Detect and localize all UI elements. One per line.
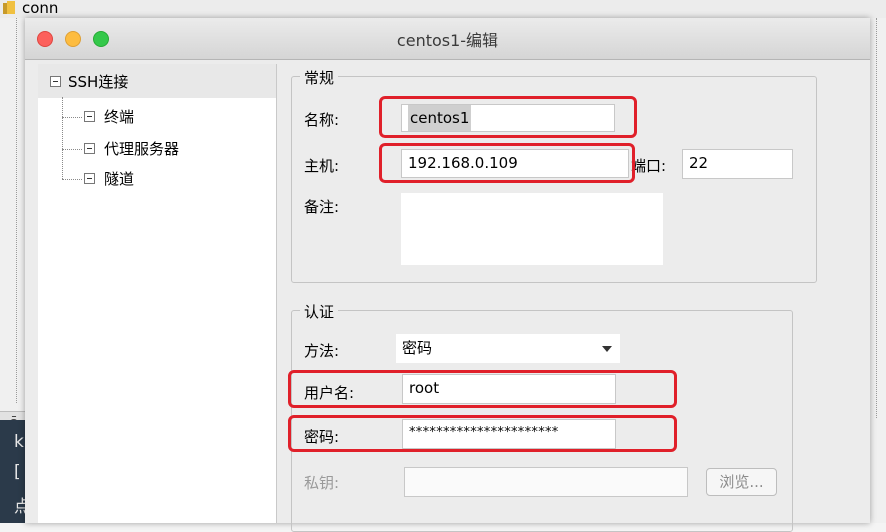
background-terminal: k [ 点 <box>0 420 31 523</box>
private-key-input[interactable] <box>404 467 688 497</box>
dialog-title: centos1-编辑 <box>396 31 499 50</box>
method-label: 方法: <box>304 342 340 360</box>
password-label: 密码: <box>304 428 340 446</box>
general-group-title: 常规 <box>300 67 339 88</box>
tree-item-label: 代理服务器 <box>104 140 180 158</box>
tree-item-proxy[interactable]: 代理服务器 <box>82 136 262 162</box>
auth-method-value: 密码 <box>402 339 433 357</box>
note-label: 备注: <box>304 198 340 216</box>
terminal-text: k <box>14 432 24 452</box>
background-app-right-edge <box>870 18 886 523</box>
dialog-titlebar[interactable]: centos1-编辑 <box>25 18 870 60</box>
name-label: 名称: <box>304 111 340 129</box>
tree-item-label: 隧道 <box>104 170 135 188</box>
note-textarea[interactable] <box>401 193 663 265</box>
background-app-titlebar: conn <box>0 0 886 19</box>
background-app-title: conn <box>22 0 59 17</box>
collapse-icon[interactable] <box>84 173 95 184</box>
port-input[interactable]: 22 <box>682 149 793 179</box>
tree-item-label: 终端 <box>104 108 135 126</box>
collapse-icon[interactable] <box>84 143 95 154</box>
username-input[interactable]: root <box>402 374 616 404</box>
tree-connector <box>62 179 82 180</box>
private-key-label: 私钥: <box>304 474 340 492</box>
port-label: 端口: <box>631 157 667 175</box>
tree-item-label: SSH连接 <box>68 73 129 91</box>
tree-item-ssh[interactable]: SSH连接 <box>38 64 276 98</box>
collapse-icon[interactable] <box>84 111 95 122</box>
password-input[interactable]: ********************** <box>402 419 616 449</box>
settings-tree: SSH连接 终端 代理服务器 隧道 <box>38 64 277 523</box>
edit-session-dialog: centos1-编辑 SSH连接 终端 代理服务器 隧道 常规 名称: cent… <box>25 18 870 532</box>
name-value: centos1 <box>408 105 472 131</box>
terminal-text: [ <box>14 462 21 482</box>
host-input[interactable]: 192.168.0.109 <box>401 149 629 178</box>
tree-item-tunnel[interactable]: 隧道 <box>82 166 262 192</box>
browse-button[interactable]: 浏览... <box>706 468 777 496</box>
chevron-down-icon <box>602 346 612 352</box>
auth-method-select[interactable]: 密码 <box>396 334 620 363</box>
host-label: 主机: <box>304 157 340 175</box>
tree-item-terminal[interactable]: 终端 <box>82 104 262 130</box>
collapse-icon[interactable] <box>50 76 61 87</box>
tree-connector <box>62 149 82 150</box>
folder-icon <box>3 1 15 14</box>
tree-connector <box>62 117 82 118</box>
username-label: 用户名: <box>304 384 355 402</box>
tree-connector <box>62 97 63 179</box>
name-input[interactable]: centos1 <box>401 104 615 132</box>
auth-group-title: 认证 <box>300 301 339 322</box>
